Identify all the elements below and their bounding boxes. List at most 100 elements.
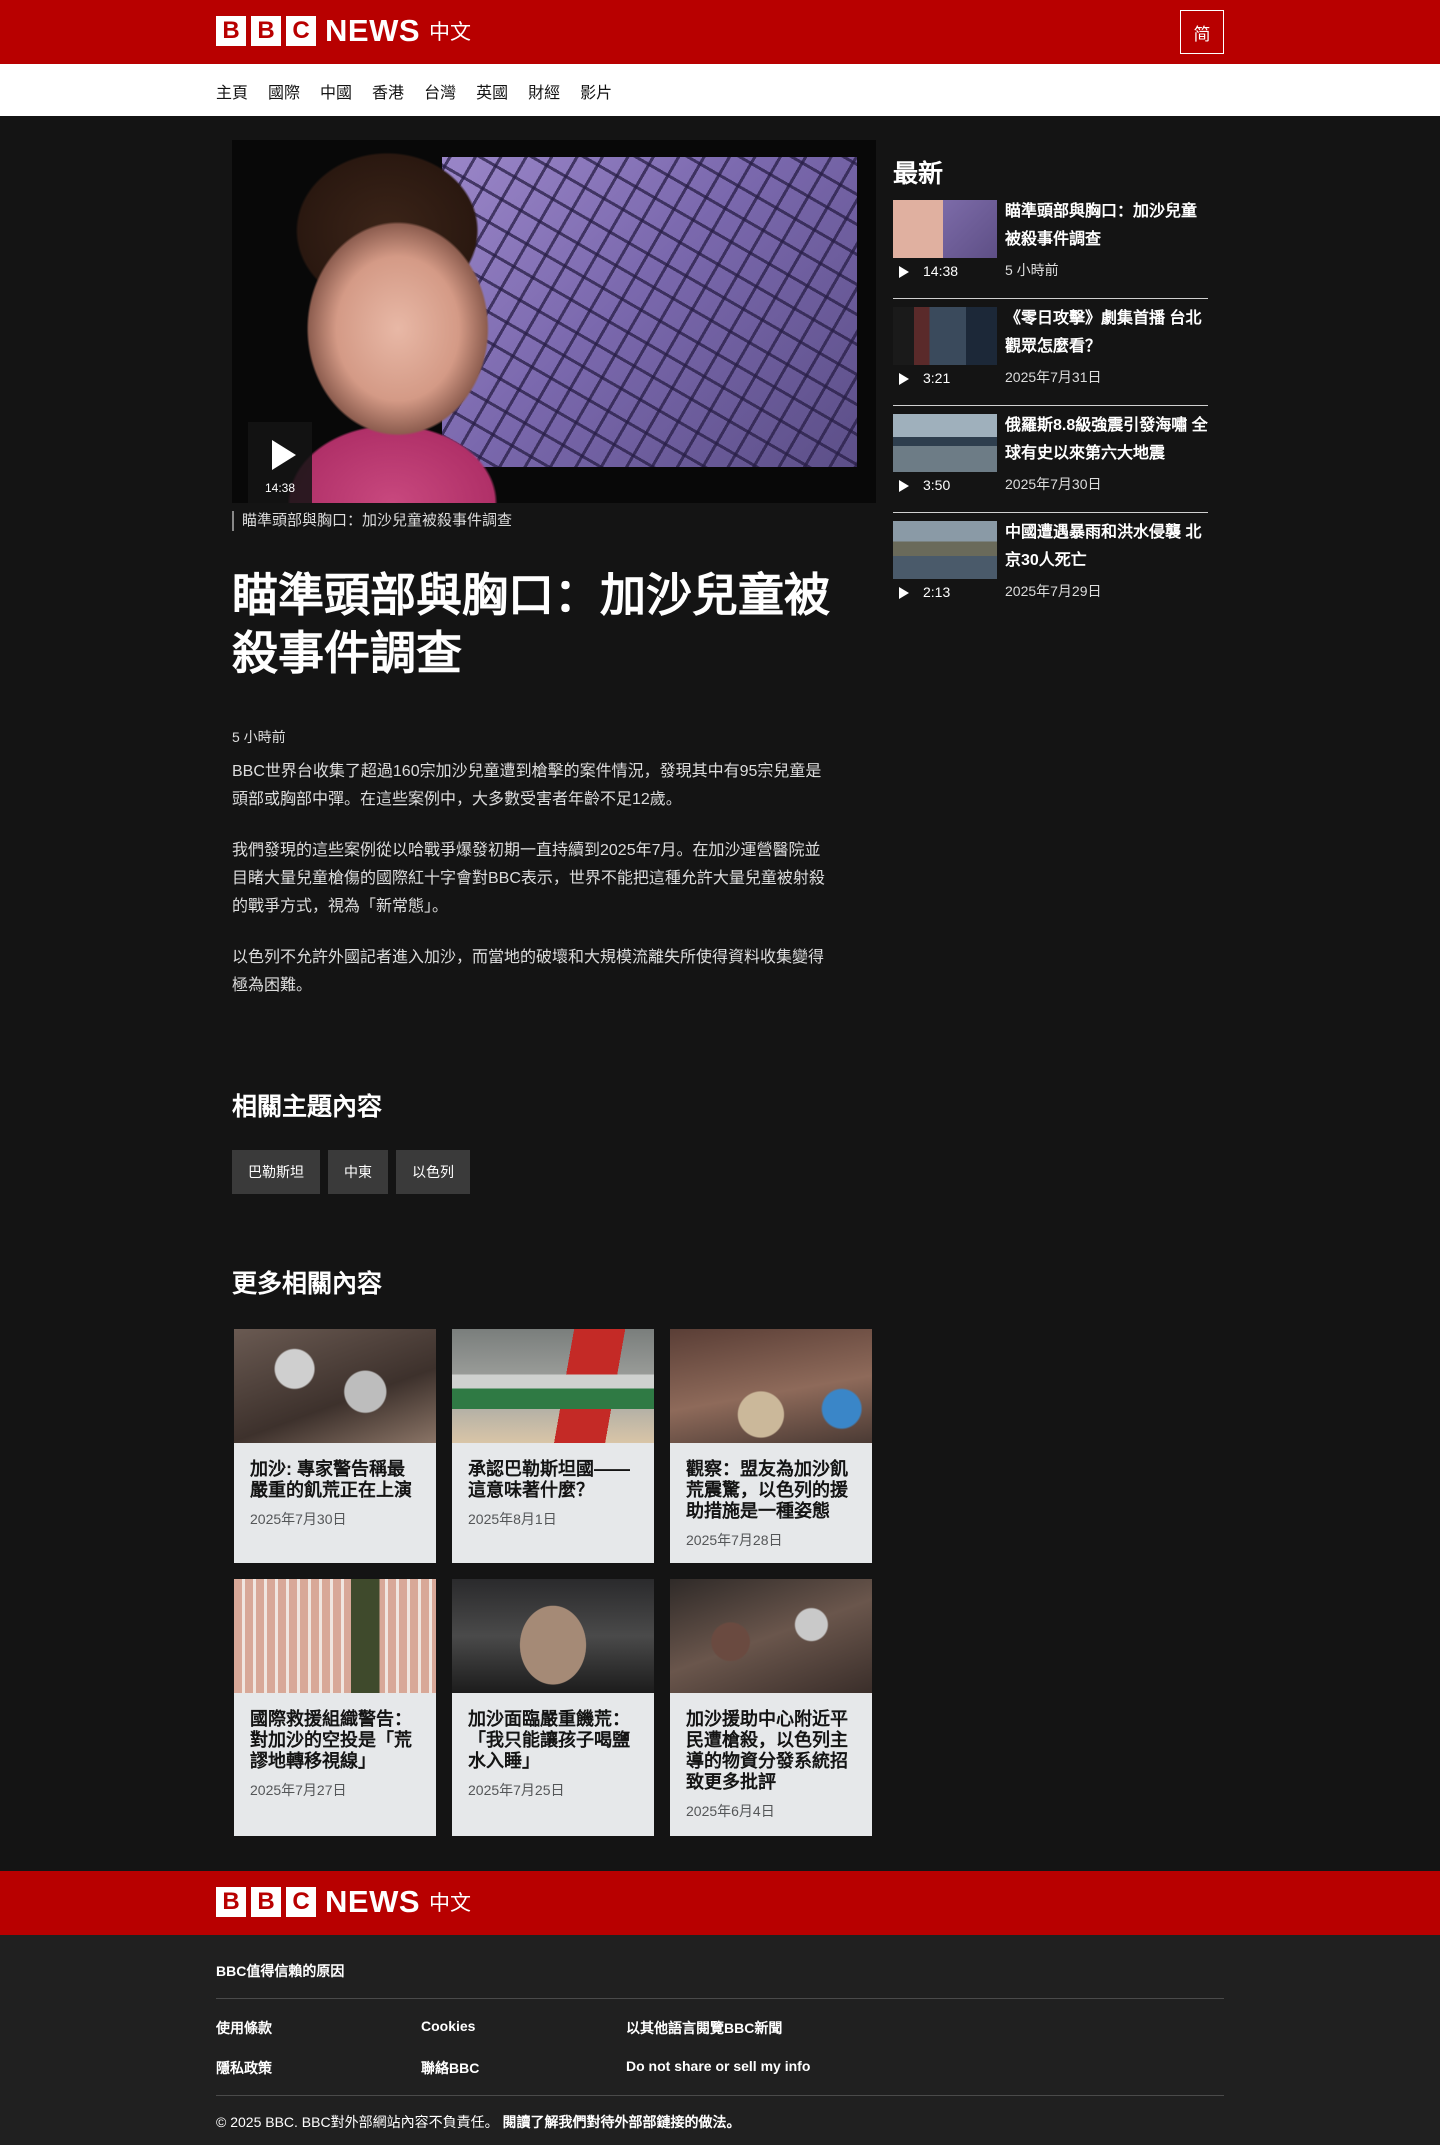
related-topics-title: 相關主題內容 bbox=[232, 1093, 383, 1121]
latest-item[interactable]: 2:13 中國遭遇暴雨和洪水侵襲 北京30人死亡 2025年7月29日 bbox=[893, 513, 1208, 620]
latest-item-title[interactable]: 瞄準頭部與胸口：加沙兒童被殺事件調查 bbox=[1005, 198, 1210, 254]
card-image bbox=[452, 1329, 654, 1443]
main-content: 14:38 瞄準頭部與胸口：加沙兒童被殺事件調查 瞄準頭部與胸口：加沙兒童被殺事… bbox=[0, 116, 1440, 1871]
footer-brand-bar: B B C NEWS 中文 bbox=[0, 1871, 1440, 1935]
latest-duration: 14:38 bbox=[923, 263, 959, 279]
latest-item-date: 2025年7月31日 bbox=[1005, 369, 1102, 385]
latest-item-title[interactable]: 俄羅斯8.8級強震引發海嘯 全球有史以來第六大地震 bbox=[1005, 412, 1210, 468]
logo-news-text: NEWS bbox=[325, 1884, 420, 1919]
card-title[interactable]: 加沙面臨嚴重饑荒：「我只能讓孩子喝鹽水入睡」 bbox=[468, 1709, 638, 1772]
related-card[interactable]: 加沙: 專家警告稱最嚴重的飢荒正在上演 2025年7月30日 bbox=[234, 1329, 436, 1563]
main-nav: 主頁 國際 中國 香港 台灣 英國 財經 影片 bbox=[0, 64, 1440, 116]
nav-item-finance[interactable]: 財經 bbox=[528, 79, 560, 103]
card-image bbox=[234, 1579, 436, 1693]
article-paragraph: BBC世界台收集了超過160宗加沙兒童遭到槍擊的案件情況，發現其中有95宗兒童是… bbox=[232, 763, 822, 808]
latest-sidebar: 最新 14:38 瞄準頭部與胸口：加沙兒童被殺事件調查 5 小時前 3:21 《… bbox=[893, 140, 1208, 620]
latest-duration: 2:13 bbox=[923, 584, 951, 600]
nav-item-uk[interactable]: 英國 bbox=[476, 79, 508, 103]
latest-item-date: 2025年7月29日 bbox=[1005, 583, 1102, 599]
logo-letter: C bbox=[286, 16, 316, 46]
card-date: 2025年8月1日 bbox=[468, 1511, 557, 1527]
play-icon bbox=[899, 480, 909, 492]
card-date: 2025年6月4日 bbox=[686, 1803, 775, 1819]
video-duration: 14:38 bbox=[264, 481, 296, 495]
related-cards-grid: 加沙: 專家警告稱最嚴重的飢荒正在上演 2025年7月30日 承認巴勒斯坦國——… bbox=[234, 1329, 874, 1836]
latest-thumbnail[interactable] bbox=[893, 414, 997, 472]
nav-item-taiwan[interactable]: 台灣 bbox=[424, 79, 456, 103]
nav-item-hongkong[interactable]: 香港 bbox=[372, 79, 404, 103]
footer-link-cookies[interactable]: Cookies bbox=[421, 2018, 626, 2038]
footer-bbc-news-logo[interactable]: B B C NEWS 中文 bbox=[216, 1884, 471, 1919]
related-card[interactable]: 觀察：盟友為加沙飢荒震驚，以色列的援助措施是一種姿態 2025年7月28日 bbox=[670, 1329, 872, 1563]
logo-letter: B bbox=[251, 16, 281, 46]
latest-item-title[interactable]: 《零日攻擊》劇集首播 台北觀眾怎麼看？ bbox=[1005, 305, 1210, 361]
bbc-news-logo[interactable]: B B C NEWS 中文 bbox=[216, 13, 471, 48]
logo-news-text: NEWS bbox=[325, 13, 420, 48]
latest-duration: 3:21 bbox=[923, 370, 951, 386]
copyright-text: © 2025 BBC. BBC對外部網站內容不負責任。 bbox=[216, 2114, 499, 2130]
latest-item[interactable]: 3:21 《零日攻擊》劇集首播 台北觀眾怎麼看？ 2025年7月31日 bbox=[893, 299, 1208, 406]
card-title[interactable]: 加沙: 專家警告稱最嚴重的飢荒正在上演 bbox=[250, 1459, 420, 1501]
footer-link-contact[interactable]: 聯絡BBC bbox=[421, 2058, 626, 2078]
card-date: 2025年7月28日 bbox=[686, 1532, 783, 1548]
topic-tag-israel[interactable]: 以色列 bbox=[396, 1150, 470, 1194]
logo-language: 中文 bbox=[429, 21, 471, 44]
card-image bbox=[670, 1579, 872, 1693]
footer-links: 使用條款 Cookies 以其他語言閱覽BBC新聞 隱私政策 聯絡BBC Do … bbox=[216, 2018, 916, 2078]
logo-letter: B bbox=[216, 16, 246, 46]
card-title[interactable]: 國際救援組織警告：對加沙的空投是「荒謬地轉移視線」 bbox=[250, 1709, 420, 1772]
card-image bbox=[452, 1579, 654, 1693]
latest-item-title[interactable]: 中國遭遇暴雨和洪水侵襲 北京30人死亡 bbox=[1005, 519, 1210, 575]
article-paragraph: 我們發現的這些案例從以哈戰爭爆發初期一直持續到2025年7月。在加沙運營醫院並目… bbox=[232, 842, 825, 915]
related-card[interactable]: 承認巴勒斯坦國——這意味著什麼？ 2025年8月1日 bbox=[452, 1329, 654, 1563]
footer-divider bbox=[216, 2095, 1224, 2096]
nav-item-international[interactable]: 國際 bbox=[268, 79, 300, 103]
play-button[interactable]: 14:38 bbox=[248, 422, 312, 503]
external-links-policy-link[interactable]: 閱讀了解我們對待外部部鏈接的做法。 bbox=[502, 2114, 740, 2130]
card-date: 2025年7月27日 bbox=[250, 1782, 347, 1798]
footer-link-do-not-sell[interactable]: Do not share or sell my info bbox=[626, 2058, 916, 2078]
play-icon bbox=[272, 440, 296, 470]
card-title[interactable]: 加沙援助中心附近平民遭槍殺，以色列主導的物資分發系統招致更多批評 bbox=[686, 1709, 856, 1793]
related-card[interactable]: 國際救援組織警告：對加沙的空投是「荒謬地轉移視線」 2025年7月27日 bbox=[234, 1579, 436, 1836]
latest-thumbnail[interactable] bbox=[893, 521, 997, 579]
simplified-chinese-toggle[interactable]: 简 bbox=[1180, 10, 1224, 54]
latest-thumbnail[interactable] bbox=[893, 307, 997, 365]
card-title[interactable]: 觀察：盟友為加沙飢荒震驚，以色列的援助措施是一種姿態 bbox=[686, 1459, 856, 1522]
card-image bbox=[670, 1329, 872, 1443]
logo-letter: B bbox=[216, 1887, 246, 1917]
lead-video-player[interactable]: 14:38 bbox=[232, 140, 876, 503]
related-card[interactable]: 加沙援助中心附近平民遭槍殺，以色列主導的物資分發系統招致更多批評 2025年6月… bbox=[670, 1579, 872, 1836]
footer-link-privacy[interactable]: 隱私政策 bbox=[216, 2058, 421, 2078]
topic-tags: 巴勒斯坦 中東 以色列 bbox=[232, 1150, 478, 1194]
latest-item-date: 5 小時前 bbox=[1005, 262, 1059, 278]
logo-language: 中文 bbox=[429, 1892, 471, 1915]
footer-link-other-languages[interactable]: 以其他語言閱覽BBC新聞 bbox=[626, 2018, 916, 2038]
article-timestamp: 5 小時前 bbox=[232, 729, 286, 745]
latest-thumbnail[interactable] bbox=[893, 200, 997, 258]
logo-letter: B bbox=[251, 1887, 281, 1917]
site-footer: BBC值得信賴的原因 使用條款 Cookies 以其他語言閱覽BBC新聞 隱私政… bbox=[0, 1935, 1440, 2145]
related-card[interactable]: 加沙面臨嚴重饑荒：「我只能讓孩子喝鹽水入睡」 2025年7月25日 bbox=[452, 1579, 654, 1836]
nav-item-china[interactable]: 中國 bbox=[320, 79, 352, 103]
card-date: 2025年7月25日 bbox=[468, 1782, 565, 1798]
latest-item[interactable]: 14:38 瞄準頭部與胸口：加沙兒童被殺事件調查 5 小時前 bbox=[893, 200, 1208, 299]
logo-letter: C bbox=[286, 1887, 316, 1917]
topic-tag-palestine[interactable]: 巴勒斯坦 bbox=[232, 1150, 320, 1194]
play-icon bbox=[899, 266, 909, 278]
footer-link-terms[interactable]: 使用條款 bbox=[216, 2018, 421, 2038]
card-title[interactable]: 承認巴勒斯坦國——這意味著什麼？ bbox=[468, 1459, 638, 1501]
nav-item-video[interactable]: 影片 bbox=[580, 79, 612, 103]
card-image bbox=[234, 1329, 436, 1443]
play-icon bbox=[899, 373, 909, 385]
article-body: BBC世界台收集了超過160宗加沙兒童遭到槍擊的案件情況，發現其中有95宗兒童是… bbox=[232, 758, 832, 1023]
article-paragraph: 以色列不允許外國記者進入加沙，而當地的破壞和大規模流離失所使得資料收集變得極為困… bbox=[232, 949, 825, 994]
footer-copyright: © 2025 BBC. BBC對外部網站內容不負責任。 閱讀了解我們對待外部部鏈… bbox=[216, 2112, 740, 2132]
topic-tag-middle-east[interactable]: 中東 bbox=[328, 1150, 388, 1194]
nav-item-home[interactable]: 主頁 bbox=[216, 79, 248, 103]
video-caption: 瞄準頭部與胸口：加沙兒童被殺事件調查 bbox=[232, 511, 512, 531]
latest-item[interactable]: 3:50 俄羅斯8.8級強震引發海嘯 全球有史以來第六大地震 2025年7月30… bbox=[893, 406, 1208, 513]
footer-trust-link[interactable]: BBC值得信賴的原因 bbox=[216, 1961, 344, 1981]
latest-item-date: 2025年7月30日 bbox=[1005, 476, 1102, 492]
more-related-title: 更多相關內容 bbox=[232, 1270, 383, 1298]
